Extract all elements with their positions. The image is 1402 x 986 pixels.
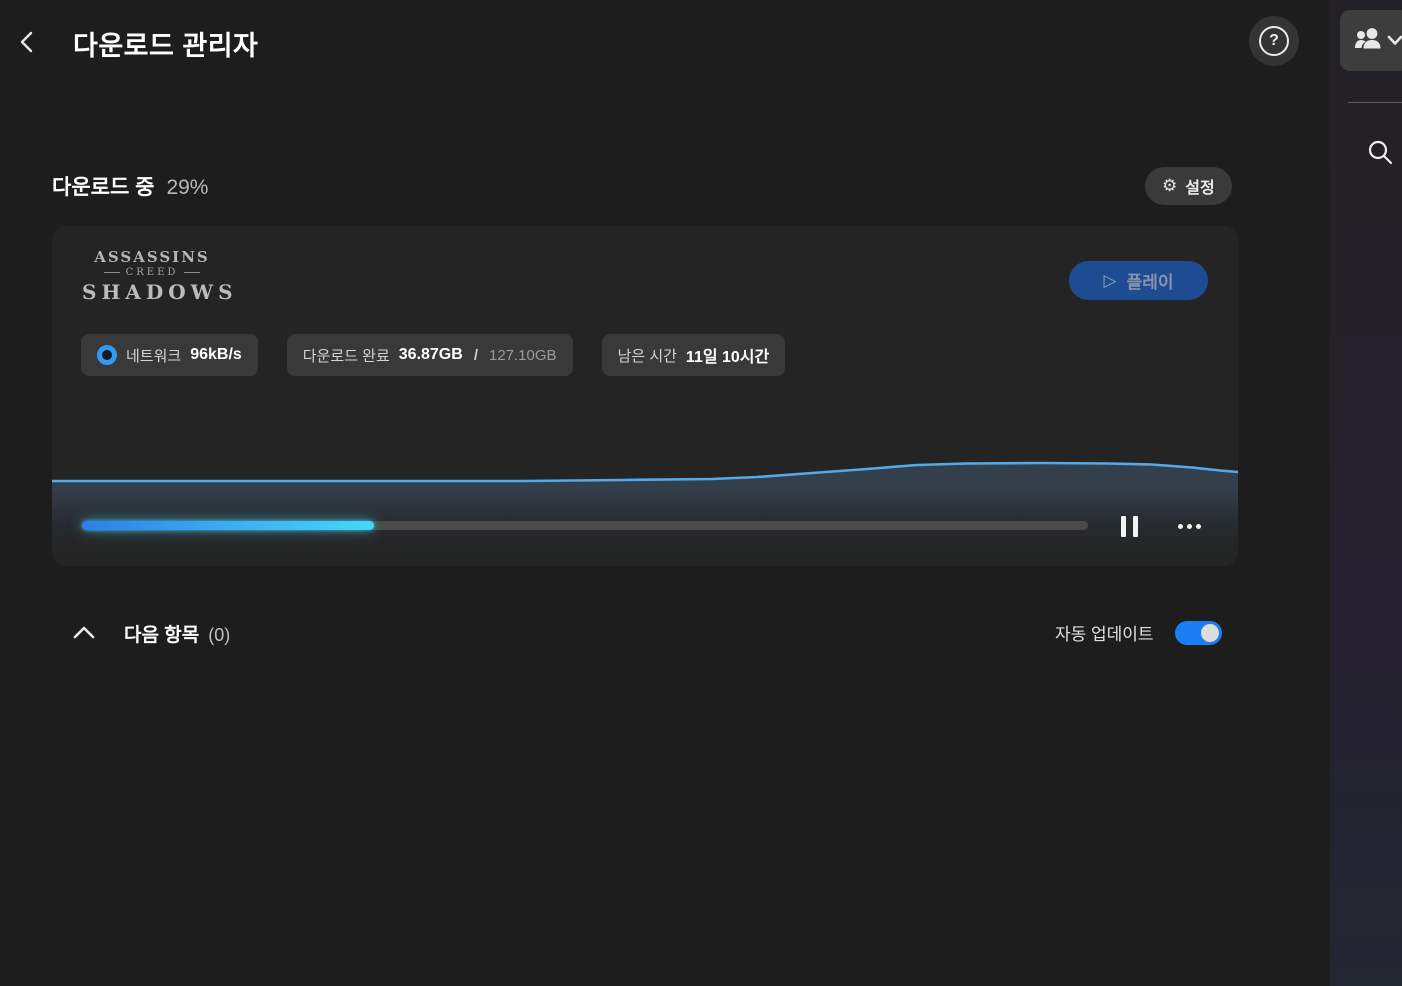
play-button[interactable]: ▷ 플레이: [1069, 261, 1208, 300]
ellipsis-icon: [1196, 524, 1201, 529]
ellipsis-icon: [1187, 524, 1192, 529]
network-speed-chip: 네트워크 96kB/s: [81, 334, 258, 376]
play-icon: ▷: [1104, 271, 1117, 291]
download-item-card: ASSASSINS CREED SHADOWS ▷ 플레이 네트워크 96kB/…: [52, 226, 1238, 566]
queue-count: (0): [208, 625, 230, 646]
game-logo-line1: ASSASSINS: [82, 248, 222, 266]
sidebar-divider: [1348, 102, 1402, 103]
network-chip-value: 96kB/s: [190, 346, 242, 364]
downloaded-chip-value: 36.87GB: [399, 346, 463, 364]
right-sidebar: [1330, 0, 1402, 986]
time-chip-value: 11일 10시간: [686, 343, 769, 367]
logo-rule-right: [184, 272, 200, 273]
download-percent-text: 29%: [166, 176, 208, 200]
logo-rule-left: [104, 272, 120, 273]
play-button-label: 플레이: [1127, 268, 1174, 293]
time-chip-label: 남은 시간: [618, 345, 677, 366]
game-logo: ASSASSINS CREED SHADOWS: [82, 248, 222, 304]
network-speed-graph: [52, 426, 1238, 566]
game-logo-line2-text: CREED: [126, 267, 179, 278]
pause-button[interactable]: [1110, 507, 1148, 545]
auto-update-row: 자동 업데이트: [1055, 620, 1222, 645]
chevron-up-icon: [71, 624, 97, 642]
network-chip-label: 네트워크: [126, 345, 181, 366]
download-stats-row: 네트워크 96kB/s 다운로드 완료 36.87GB / 127.10GB 남…: [81, 334, 785, 376]
ellipsis-icon: [1178, 524, 1183, 529]
queue-title: 다음 항목: [124, 620, 199, 647]
download-manager-page: 다운로드 관리자 ?: [0, 0, 1402, 986]
downloaded-chip-total: 127.10GB: [489, 347, 557, 364]
download-progress-fill: [82, 521, 374, 530]
toggle-knob: [1201, 624, 1219, 642]
game-logo-line3: SHADOWS: [82, 280, 222, 304]
back-button[interactable]: [12, 26, 44, 58]
settings-button-label: 설정: [1185, 174, 1214, 198]
downloaded-chip-separator: /: [474, 347, 478, 364]
chevron-left-icon: [17, 29, 39, 55]
auto-update-label: 자동 업데이트: [1055, 620, 1154, 645]
download-status-label: 다운로드 중: [52, 171, 154, 201]
network-ring-icon: [97, 345, 117, 365]
downloaded-chip-label: 다운로드 완료: [303, 345, 390, 366]
download-progress-bar[interactable]: [82, 521, 1088, 530]
page-title: 다운로드 관리자: [73, 24, 258, 63]
auto-update-toggle[interactable]: [1175, 621, 1222, 645]
download-status-row: 다운로드 중 29%: [52, 171, 208, 201]
help-button[interactable]: ?: [1249, 16, 1299, 66]
game-logo-line2: CREED: [82, 267, 222, 278]
question-mark-icon: ?: [1259, 26, 1289, 56]
pause-icon: [1133, 516, 1138, 537]
gear-icon: ⚙: [1162, 176, 1177, 196]
friends-menu-button[interactable]: [1340, 10, 1402, 71]
more-options-button[interactable]: [1170, 507, 1208, 545]
friends-icon: [1353, 26, 1402, 56]
search-icon: [1366, 138, 1394, 166]
pause-icon: [1121, 516, 1126, 537]
settings-button[interactable]: ⚙ 설정: [1145, 167, 1232, 205]
queue-title-row: 다음 항목 (0): [124, 620, 230, 647]
search-button[interactable]: [1364, 136, 1396, 168]
time-remaining-chip: 남은 시간 11일 10시간: [602, 334, 786, 376]
downloaded-size-chip: 다운로드 완료 36.87GB / 127.10GB: [287, 334, 573, 376]
queue-collapse-button[interactable]: [68, 618, 100, 648]
